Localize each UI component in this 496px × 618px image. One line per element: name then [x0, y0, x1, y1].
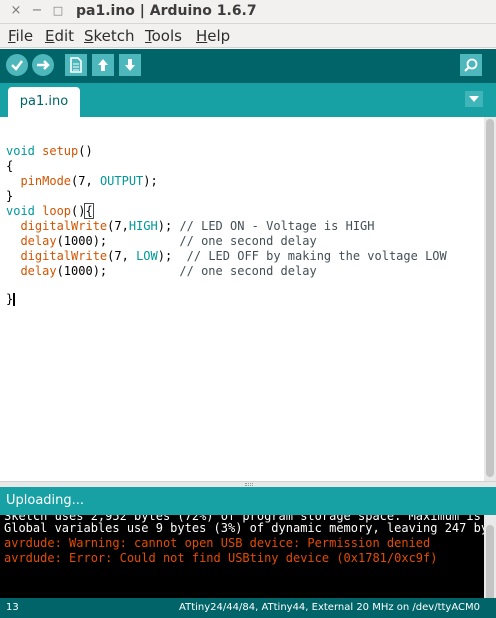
- code-token: (): [78, 144, 93, 158]
- code-token: LOW: [136, 249, 158, 263]
- menu-sketch-label: ketch: [93, 27, 135, 45]
- console-output[interactable]: Sketch uses 2,952 bytes (72%) of program…: [0, 515, 484, 611]
- arrow-up-icon: [98, 59, 108, 71]
- code-token: );: [157, 249, 187, 263]
- code-line: }: [6, 292, 16, 307]
- code-token: );: [143, 174, 158, 188]
- menu-help-mnemonic: H: [196, 27, 208, 45]
- menu-tools-label: ools: [151, 27, 182, 45]
- code-line: digitalWrite(7, LOW); // LED OFF by maki…: [6, 249, 447, 264]
- code-token: loop: [34, 204, 72, 218]
- code-line: pinMode(7, OUTPUT);: [6, 174, 158, 189]
- console-error-line: avrdude: Error: Could not find USBtiny d…: [4, 551, 438, 565]
- menu-sketch[interactable]: Sketch: [84, 27, 135, 45]
- matched-brace: {: [84, 203, 94, 219]
- code-token: (7,: [71, 174, 100, 188]
- menu-edit-label: dit: [54, 27, 75, 45]
- editor-scrollbar[interactable]: [484, 117, 496, 481]
- code-comment: // LED ON - Voltage is HIGH: [179, 219, 375, 233]
- menu-file-label: ile: [15, 27, 34, 45]
- close-window-icon[interactable]: ×: [9, 4, 23, 18]
- checkmark-icon: [11, 60, 23, 71]
- status-message: Uploading...: [6, 493, 85, 508]
- arrow-down-icon: [125, 59, 135, 71]
- code-token: );: [157, 219, 180, 233]
- board-info: ATtiny24/44/84, ATtiny44, External 20 MH…: [179, 602, 480, 613]
- code-comment: // one second delay: [179, 264, 317, 278]
- code-token: OUTPUT: [99, 174, 144, 188]
- arrow-right-icon: [37, 60, 50, 70]
- toolbar: [0, 49, 496, 83]
- code-comment: // one second delay: [179, 234, 317, 248]
- menu-bar: File Edit Sketch Tools Help: [0, 24, 496, 48]
- text-caret: [13, 293, 16, 306]
- menu-edit[interactable]: Edit: [45, 27, 74, 45]
- code-comment: // LED OFF by making the voltage LOW: [186, 249, 447, 263]
- code-line: delay(1000); // one second delay: [6, 234, 317, 249]
- code-token: delay: [6, 234, 57, 248]
- new-sketch-button[interactable]: [65, 54, 87, 76]
- code-line: delay(1000); // one second delay: [6, 264, 317, 279]
- menu-file[interactable]: File: [8, 27, 33, 45]
- console-line: Global variables use 9 bytes (3%) of dyn…: [4, 521, 484, 535]
- code-token: (7,: [107, 219, 129, 233]
- tab-menu-button[interactable]: [465, 91, 483, 107]
- code-line: {: [6, 159, 14, 173]
- menu-tools[interactable]: Tools: [145, 27, 182, 45]
- console-scrollbar-thumb[interactable]: [486, 525, 494, 609]
- code-token: (1000);: [56, 234, 180, 248]
- code-token: digitalWrite: [6, 249, 108, 263]
- verify-button[interactable]: [6, 54, 28, 76]
- status-bar: Uploading...: [0, 487, 496, 515]
- splitter-grip-icon: [245, 483, 253, 486]
- menu-sketch-mnemonic: S: [84, 27, 94, 45]
- title-bar: × − □ pa1.ino | Arduino 1.6.7: [0, 0, 496, 24]
- code-token: pinMode: [6, 174, 72, 188]
- maximize-window-icon[interactable]: □: [51, 4, 65, 18]
- minimize-window-icon[interactable]: −: [30, 4, 44, 18]
- editor-scrollbar-thumb[interactable]: [486, 119, 494, 477]
- code-token: void: [6, 144, 35, 158]
- code-token: (1000);: [56, 264, 180, 278]
- menu-file-mnemonic: F: [8, 27, 16, 45]
- code-token: void: [6, 204, 35, 218]
- magnifier-icon: [464, 58, 478, 72]
- menu-tools-mnemonic: T: [145, 27, 152, 45]
- code-token: delay: [6, 264, 57, 278]
- tab-bar: pa1.ino: [0, 83, 496, 117]
- menu-help[interactable]: Help: [196, 27, 230, 45]
- menu-help-label: elp: [207, 27, 231, 45]
- document-icon: [70, 57, 82, 73]
- chevron-down-icon: [469, 96, 479, 102]
- code-token: digitalWrite: [6, 219, 108, 233]
- code-line: }: [6, 189, 14, 203]
- code-token: (): [71, 204, 86, 218]
- code-line: void loop(){: [6, 203, 94, 219]
- code-token: (7,: [107, 249, 137, 263]
- tab-pa1-ino[interactable]: pa1.ino: [8, 87, 80, 117]
- code-line: void setup(): [6, 144, 93, 159]
- code-line: digitalWrite(7,HIGH); // LED ON - Voltag…: [6, 219, 375, 234]
- code-token: }: [6, 292, 14, 306]
- console-warning-line: avrdude: Warning: cannot open USB device…: [4, 536, 431, 550]
- code-token: setup: [34, 144, 79, 158]
- footer-bar: 13 ATtiny24/44/84, ATtiny44, External 20…: [0, 598, 496, 618]
- upload-button[interactable]: [32, 54, 54, 76]
- line-number: 13: [6, 602, 19, 613]
- console-scrollbar[interactable]: [484, 515, 496, 611]
- open-sketch-button[interactable]: [92, 54, 114, 76]
- window-title: pa1.ino | Arduino 1.6.7: [76, 3, 257, 19]
- code-token: HIGH: [128, 219, 158, 233]
- code-editor[interactable]: void setup() { pinMode(7, OUTPUT); } voi…: [0, 117, 484, 481]
- save-sketch-button[interactable]: [119, 54, 141, 76]
- serial-monitor-button[interactable]: [460, 54, 482, 76]
